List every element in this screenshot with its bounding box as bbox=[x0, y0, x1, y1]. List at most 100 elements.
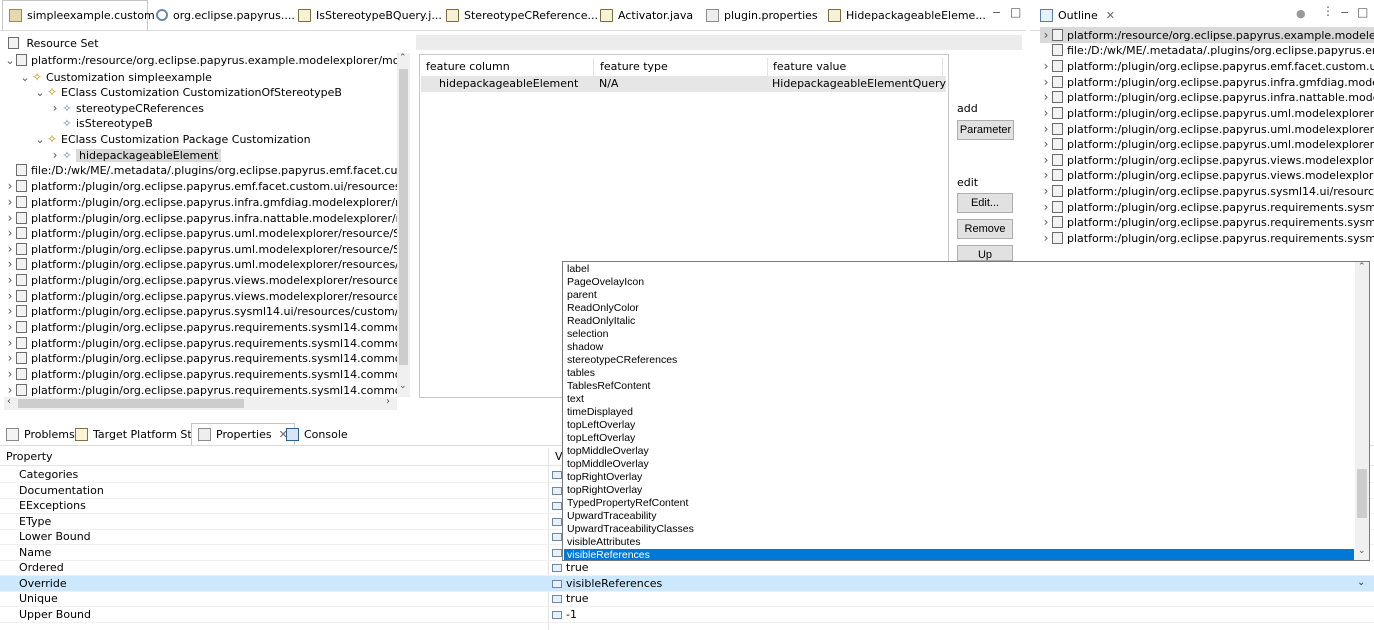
chevron-right-icon[interactable]: › bbox=[4, 319, 16, 335]
chevron-right-icon[interactable]: › bbox=[1040, 136, 1052, 152]
sync-icon[interactable]: ● bbox=[1296, 7, 1306, 20]
property-column-header[interactable]: Property bbox=[6, 450, 53, 463]
tree-item[interactable]: › platform:/plugin/org.eclipse.papyrus.re… bbox=[4, 366, 397, 382]
tree-item[interactable]: › platform:/plugin/org.eclipse.papyrus.re… bbox=[4, 319, 397, 335]
chevron-right-icon[interactable]: › bbox=[1040, 183, 1052, 199]
outline-item[interactable]: › platform:/plugin/org.eclipse.papyrus.vi… bbox=[1040, 152, 1374, 168]
dropdown-option[interactable]: selection bbox=[567, 328, 608, 341]
property-row[interactable]: Upper Bound -1 bbox=[0, 607, 1374, 623]
outline-item[interactable]: file:/D:/wk/ME/.metadata/.plugins/org.ec… bbox=[1040, 43, 1374, 59]
tree-item[interactable]: ⌄ ✧ Customization simpleexample bbox=[19, 69, 212, 85]
tree-item[interactable]: › platform:/plugin/org.eclipse.papyrus.in… bbox=[4, 210, 397, 226]
dropdown-scrollbar[interactable]: ⌃ ⌄ bbox=[1355, 262, 1369, 560]
edit-button[interactable]: Edit... bbox=[957, 193, 1013, 213]
chevron-right-icon[interactable]: › bbox=[1040, 58, 1052, 74]
property-value[interactable]: -1 bbox=[566, 607, 577, 623]
chevron-right-icon[interactable]: › bbox=[1040, 230, 1052, 246]
maximize-icon[interactable]: □ bbox=[1357, 5, 1368, 19]
tree-item[interactable]: ✧ isStereotypeB bbox=[49, 116, 152, 132]
tree-item[interactable]: › platform:/plugin/org.eclipse.papyrus.em… bbox=[4, 178, 397, 194]
outline-item[interactable]: › platform:/plugin/org.eclipse.papyrus.re… bbox=[1040, 199, 1374, 215]
chevron-down-icon[interactable]: ⌄ bbox=[34, 85, 46, 100]
dropdown-option[interactable]: text bbox=[567, 393, 584, 406]
dropdown-option[interactable]: ReadOnlyItalic bbox=[567, 315, 635, 328]
dropdown-option[interactable]: topRightOverlay bbox=[567, 484, 642, 497]
dropdown-option[interactable]: TablesRefContent bbox=[567, 380, 650, 393]
scroll-down-icon[interactable]: ⌄ bbox=[399, 381, 407, 391]
outline-tree[interactable]: › platform:/resource/org.eclipse.papyrus.… bbox=[1030, 27, 1374, 267]
dropdown-option[interactable]: topRightOverlay bbox=[567, 471, 642, 484]
feature-column-header[interactable]: feature column bbox=[420, 58, 594, 76]
scroll-up-icon[interactable]: ⌃ bbox=[399, 53, 407, 63]
scroll-thumb[interactable] bbox=[399, 69, 408, 365]
property-row[interactable]: Unique true bbox=[0, 591, 1374, 608]
tree-item[interactable]: › platform:/plugin/org.eclipse.papyrus.re… bbox=[4, 335, 397, 351]
chevron-down-icon[interactable]: ⌄ bbox=[4, 53, 16, 69]
chevron-right-icon[interactable]: › bbox=[4, 225, 16, 241]
chevron-down-icon[interactable]: ⌄ bbox=[34, 132, 46, 147]
up-button[interactable]: Up bbox=[957, 245, 1013, 261]
scroll-down-icon[interactable]: ⌄ bbox=[1358, 546, 1366, 556]
chevron-right-icon[interactable]: › bbox=[4, 241, 16, 257]
tab-stereotypecreference[interactable]: StereotypeCReference... bbox=[440, 0, 604, 30]
chevron-right-icon[interactable]: › bbox=[1040, 121, 1052, 137]
tree-item[interactable]: › platform:/plugin/org.eclipse.papyrus.vi… bbox=[4, 288, 397, 304]
scroll-thumb[interactable] bbox=[1357, 469, 1367, 518]
outline-item[interactable]: › platform:/plugin/org.eclipse.papyrus.em… bbox=[1040, 58, 1374, 74]
dropdown-option[interactable]: shadow bbox=[567, 341, 603, 354]
feature-value-header[interactable]: feature value bbox=[767, 58, 943, 76]
tree-item[interactable]: ⌄ ✧ EClass Customization CustomizationOfSt… bbox=[34, 84, 342, 100]
remove-button[interactable]: Remove bbox=[957, 219, 1013, 239]
dropdown-option[interactable]: topLeftOverlay bbox=[567, 419, 635, 432]
property-value[interactable]: true bbox=[566, 560, 589, 576]
outline-item[interactable]: › platform:/plugin/org.eclipse.papyrus.re… bbox=[1040, 214, 1374, 230]
chevron-right-icon[interactable]: › bbox=[1040, 89, 1052, 105]
dropdown-option[interactable]: topLeftOverlay bbox=[567, 432, 635, 445]
outline-item[interactable]: › platform:/plugin/org.eclipse.papyrus.in… bbox=[1040, 89, 1374, 105]
chevron-right-icon[interactable]: › bbox=[4, 335, 16, 351]
chevron-right-icon[interactable]: › bbox=[1040, 152, 1052, 168]
property-value[interactable]: visibleReferences bbox=[566, 576, 662, 592]
tree-horizontal-scrollbar[interactable]: ‹ › bbox=[4, 396, 397, 410]
dropdown-option[interactable]: label bbox=[567, 263, 589, 276]
minimize-icon[interactable]: − bbox=[1340, 6, 1349, 19]
outline-item[interactable]: › platform:/resource/org.eclipse.papyrus.… bbox=[1040, 27, 1374, 43]
combo-dropdown-arrow-icon[interactable]: ⌄ bbox=[1357, 577, 1365, 588]
tree-item[interactable]: › platform:/plugin/org.eclipse.papyrus.um… bbox=[4, 225, 397, 241]
outline-item[interactable]: › platform:/plugin/org.eclipse.papyrus.vi… bbox=[1040, 167, 1374, 183]
outline-item[interactable]: › platform:/plugin/org.eclipse.papyrus.re… bbox=[1040, 230, 1374, 246]
minimize-icon[interactable]: − bbox=[992, 6, 1001, 19]
outline-item[interactable]: › platform:/plugin/org.eclipse.papyrus.in… bbox=[1040, 74, 1374, 90]
tree-item[interactable]: › platform:/plugin/org.eclipse.papyrus.um… bbox=[4, 256, 397, 272]
tab-isstereotypebquery[interactable]: IsStereotypeBQuery.j... bbox=[292, 0, 448, 30]
chevron-right-icon[interactable]: › bbox=[4, 194, 16, 210]
dropdown-option[interactable]: tables bbox=[567, 367, 595, 380]
tab-console[interactable]: Console bbox=[280, 423, 354, 445]
dropdown-option[interactable]: timeDisplayed bbox=[567, 406, 633, 419]
override-dropdown-list[interactable]: ⌃ ⌄ label PageOvelayIcon parent ReadOnlyCol… bbox=[562, 261, 1370, 561]
chevron-right-icon[interactable]: › bbox=[4, 303, 16, 319]
parameter-button[interactable]: Parameter bbox=[957, 120, 1014, 140]
chevron-down-icon[interactable]: ⌄ bbox=[19, 70, 31, 85]
property-value[interactable]: true bbox=[566, 591, 589, 607]
chevron-right-icon[interactable]: › bbox=[1040, 27, 1052, 43]
tree-item[interactable]: ⌄ platform:/resource/org.eclipse.papyrus.… bbox=[4, 53, 397, 69]
chevron-right-icon[interactable]: › bbox=[4, 366, 16, 382]
chevron-right-icon[interactable]: › bbox=[1040, 199, 1052, 215]
dropdown-option[interactable]: topMiddleOverlay bbox=[567, 458, 649, 471]
scroll-up-icon[interactable]: ⌃ bbox=[1358, 262, 1366, 272]
property-row[interactable]: Override visibleReferences bbox=[0, 575, 1374, 592]
chevron-right-icon[interactable]: › bbox=[4, 382, 16, 397]
tab-plugin[interactable]: org.eclipse.papyrus.... bbox=[150, 0, 301, 30]
dropdown-option[interactable]: visibleReferences bbox=[567, 549, 650, 560]
chevron-right-icon[interactable]: › bbox=[4, 256, 16, 272]
feature-type-header[interactable]: feature type bbox=[594, 58, 768, 76]
tab-plugin-properties[interactable]: plugin.properties bbox=[700, 0, 824, 30]
dropdown-option[interactable]: stereotypeCReferences bbox=[567, 354, 677, 367]
tree-item[interactable]: › platform:/plugin/org.eclipse.papyrus.vi… bbox=[4, 272, 397, 288]
dropdown-option[interactable]: PageOvelayIcon bbox=[567, 276, 644, 289]
chevron-right-icon[interactable]: › bbox=[1040, 105, 1052, 121]
dropdown-option[interactable]: UpwardTraceabilityClasses bbox=[567, 523, 694, 536]
chevron-right-icon[interactable]: › bbox=[4, 350, 16, 366]
dropdown-option[interactable]: topMiddleOverlay bbox=[567, 445, 649, 458]
